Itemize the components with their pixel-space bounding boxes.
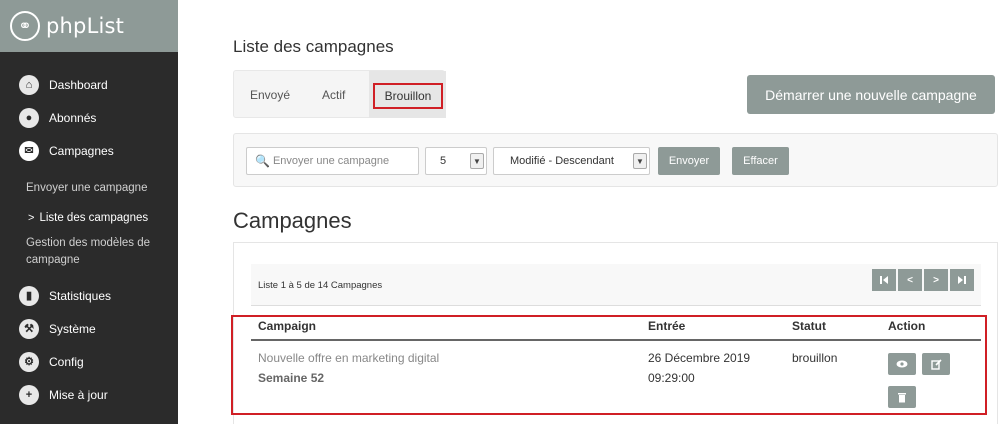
- results-per-page-select[interactable]: 5 ▼: [425, 147, 487, 175]
- table-header-divider: [251, 339, 981, 341]
- tab-envoye[interactable]: Envoyé: [250, 88, 290, 102]
- chevron-down-icon: ▼: [633, 153, 647, 169]
- home-icon: ⌂: [19, 74, 39, 95]
- first-page-button[interactable]: [872, 269, 896, 291]
- filter-bar: 🔍 Envoyer une campagne 5 ▼ Modifié - Des…: [233, 133, 998, 187]
- tab-brouillon-label: Brouillon: [373, 83, 443, 109]
- column-header-statut[interactable]: Statut: [792, 319, 826, 333]
- eye-icon: [896, 360, 908, 368]
- sidebar-subitem-label: Gestion des modèles de campagne: [26, 237, 151, 266]
- list-header: Liste 1 à 5 de 14 Campagnes < >: [251, 264, 981, 306]
- last-page-button[interactable]: [950, 269, 974, 291]
- section-title: Campagnes: [233, 208, 352, 233]
- sidebar-item-campagnes[interactable]: ✉ Campagnes: [0, 134, 178, 167]
- start-new-campaign-button[interactable]: Démarrer une nouvelle campagne: [747, 75, 995, 114]
- user-icon: ●: [19, 107, 39, 128]
- next-page-button[interactable]: >: [924, 269, 948, 291]
- chevron-down-icon: ▼: [470, 153, 484, 169]
- tab-brouillon[interactable]: Brouillon: [369, 71, 446, 118]
- campaign-entry-time: 09:29:00: [648, 371, 695, 385]
- list-count-info: Liste 1 à 5 de 14 Campagnes: [258, 280, 383, 291]
- brand-name: phpList: [46, 14, 125, 38]
- sidebar-nav: ⌂ Dashboard ● Abonnés ✉ Campagnes Envoye…: [0, 68, 178, 411]
- envelope-icon: ✉: [19, 140, 39, 161]
- sidebar: ⚭ phpList ⌂ Dashboard ● Abonnés ✉ Campag…: [0, 0, 178, 424]
- phplist-logo-icon: ⚭: [10, 11, 40, 41]
- wrench-icon: ⚒: [19, 318, 39, 339]
- delete-campaign-button[interactable]: [888, 386, 916, 408]
- sort-order-value: Modifié - Descendant: [510, 155, 614, 167]
- column-header-campaign[interactable]: Campaign: [258, 319, 316, 333]
- view-campaign-button[interactable]: [888, 353, 916, 375]
- sidebar-subitem-label: Envoyer une campagne: [26, 182, 148, 194]
- sidebar-item-config[interactable]: ⚙ Config: [0, 345, 178, 378]
- sidebar-subitem-liste-campagnes[interactable]: > Liste des campagnes: [0, 203, 178, 233]
- sidebar-subitem-gestion-modeles[interactable]: Gestion des modèles de campagne: [0, 233, 178, 273]
- column-header-action: Action: [888, 319, 926, 333]
- last-page-icon: [958, 276, 966, 284]
- search-placeholder: Envoyer une campagne: [272, 155, 390, 167]
- plus-icon: +: [19, 384, 39, 405]
- sidebar-subitem-label: Liste des campagnes: [39, 212, 149, 224]
- sidebar-item-label: Mise à jour: [49, 387, 108, 402]
- chevron-right-icon: >: [28, 212, 35, 224]
- search-input[interactable]: 🔍 Envoyer une campagne: [246, 147, 419, 175]
- edit-campaign-button[interactable]: [922, 353, 950, 375]
- sidebar-item-label: Campagnes: [49, 143, 114, 158]
- brand-logo[interactable]: ⚭ phpList: [0, 0, 178, 52]
- sidebar-subitem-envoyer-campagne[interactable]: Envoyer une campagne: [0, 173, 178, 203]
- campaign-status-tabs: Envoyé Actif Brouillon: [233, 70, 446, 118]
- campaign-list-panel: Liste 1 à 5 de 14 Campagnes < > Campaign…: [233, 242, 998, 424]
- sidebar-item-label: Config: [49, 354, 84, 369]
- sidebar-item-statistiques[interactable]: ▮ Statistiques: [0, 279, 178, 312]
- results-per-page-value: 5: [440, 155, 447, 167]
- filter-clear-button[interactable]: Effacer: [732, 147, 789, 175]
- first-page-icon: [880, 276, 888, 284]
- gear-icon: ⚙: [19, 351, 39, 372]
- sidebar-item-systeme[interactable]: ⚒ Système: [0, 312, 178, 345]
- page-title: Liste des campagnes: [233, 37, 394, 56]
- campaign-subject: Semaine 52: [258, 371, 325, 385]
- campaign-status: brouillon: [792, 351, 838, 365]
- sidebar-item-dashboard[interactable]: ⌂ Dashboard: [0, 68, 178, 101]
- filter-submit-button[interactable]: Envoyer: [658, 147, 720, 175]
- sidebar-item-label: Abonnés: [49, 110, 97, 125]
- search-icon: 🔍: [255, 154, 270, 168]
- sidebar-item-label: Système: [49, 321, 96, 336]
- sidebar-item-mise-a-jour[interactable]: + Mise à jour: [0, 378, 178, 411]
- sort-order-select[interactable]: Modifié - Descendant ▼: [493, 147, 650, 175]
- pagination: < >: [872, 269, 974, 291]
- tab-actif[interactable]: Actif: [322, 88, 345, 102]
- sidebar-item-label: Statistiques: [49, 288, 112, 303]
- campaign-entry-date: 26 Décembre 2019: [648, 351, 751, 365]
- sidebar-item-label: Dashboard: [49, 77, 108, 92]
- trash-icon: [898, 392, 906, 402]
- campaign-name-link[interactable]: Nouvelle offre en marketing digital: [258, 351, 439, 365]
- bar-chart-icon: ▮: [19, 285, 39, 306]
- prev-page-button[interactable]: <: [898, 269, 922, 291]
- sidebar-item-abonnes[interactable]: ● Abonnés: [0, 101, 178, 134]
- column-header-entree[interactable]: Entrée: [648, 319, 685, 333]
- edit-icon: [930, 358, 942, 370]
